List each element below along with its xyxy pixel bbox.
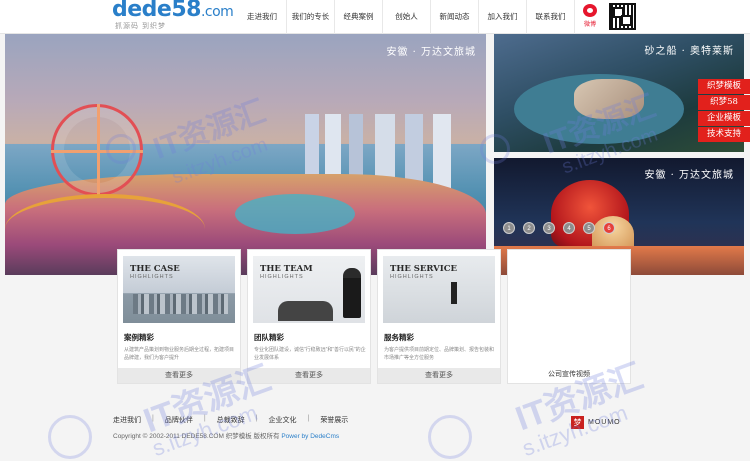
card-service: THE SERVICE HIGHLIGHTS 服务精彩 为客户提供项目前期定位、… xyxy=(377,249,501,384)
side-tag-dedemo[interactable]: 织梦模板 xyxy=(698,79,750,94)
footer-link-partners[interactable]: 品牌伙伴 xyxy=(165,415,193,425)
slider-dot[interactable]: 3 xyxy=(543,222,555,234)
page: dede58.com 抓源码 到织梦 走进我们 我们的专长 经典案例 创始人 新… xyxy=(0,0,750,461)
feature-cards: THE CASE HIGHLIGHTS 案例精彩 从建筑产品策划到物业服务后期全… xyxy=(117,249,637,384)
qr-code-icon xyxy=(609,3,636,30)
site-logo[interactable]: dede58.com 抓源码 到织梦 xyxy=(112,0,234,31)
card-team-image-subtitle: HIGHLIGHTS xyxy=(260,274,304,280)
weibo-label: 微博 xyxy=(583,22,596,28)
card-team-desc: 专业化团队建设，诚信“行稳致远”和“善行以民”的企业发展体系 xyxy=(254,347,366,361)
watermark-url: s.itzyh.com xyxy=(518,399,631,461)
footer-divider: | xyxy=(255,415,258,422)
main-banner-caption: 安徽 · 万达文旅城 xyxy=(386,47,476,58)
card-service-image-title: THE SERVICE xyxy=(390,264,457,274)
slider-pagination: 1 2 3 4 5 6 xyxy=(503,222,623,234)
footer-link-honors[interactable]: 荣誉展示 xyxy=(320,415,348,425)
card-service-image-subtitle: HIGHLIGHTS xyxy=(390,274,434,280)
card-team-image[interactable]: THE TEAM HIGHLIGHTS xyxy=(253,256,365,323)
footer-divider: | xyxy=(152,415,154,422)
slider-dot-active[interactable]: 6 xyxy=(603,222,615,234)
logo-wordmark: dede58.com xyxy=(112,0,234,22)
card-service-desc: 为客户提供项目前期定位、品牌策划、报告包装和市场推广等全方位服务 xyxy=(384,347,495,361)
card-service-more-button[interactable]: 查看更多 xyxy=(378,368,500,383)
footer-link-culture[interactable]: 企业文化 xyxy=(268,415,296,425)
card-case-image-subtitle: HIGHLIGHTS xyxy=(130,274,174,280)
ferris-wheel-graphic xyxy=(51,104,143,196)
moumo-seal-icon: 梦 xyxy=(571,415,584,429)
side-tag-enterprise[interactable]: 企业模板 xyxy=(698,111,750,126)
card-case-image-title: THE CASE xyxy=(130,264,180,274)
main-nav: 走进我们 我们的专长 经典案例 创始人 新闻动态 加入我们 联系我们 微博 xyxy=(238,0,604,34)
card-case: THE CASE HIGHLIGHTS 案例精彩 从建筑产品策划到物业服务后期全… xyxy=(117,249,241,384)
logo-slogan: 抓源码 到织梦 xyxy=(115,23,166,30)
nav-item-cases[interactable]: 经典案例 xyxy=(334,0,382,34)
powered-by-link[interactable]: Power by DedeCms xyxy=(281,433,339,440)
card-case-more-button[interactable]: 查看更多 xyxy=(118,368,240,383)
slider-dot[interactable]: 4 xyxy=(563,222,575,234)
card-team-more-button[interactable]: 查看更多 xyxy=(248,368,370,383)
main-banner[interactable]: 安徽 · 万达文旅城 xyxy=(5,34,486,275)
card-case-desc: 从建筑产品策划到物业服务后期全过程，拓建项目品牌建，我们为客户提升 xyxy=(124,347,235,361)
card-team: THE TEAM HIGHLIGHTS 团队精彩 专业化团队建设，诚信“行稳致远… xyxy=(247,249,371,384)
nav-item-about[interactable]: 走进我们 xyxy=(238,0,286,34)
side-tag-support[interactable]: 技术支持 xyxy=(698,127,750,142)
nav-item-expertise[interactable]: 我们的专长 xyxy=(286,0,334,34)
card-team-image-title: THE TEAM xyxy=(260,264,313,274)
card-video[interactable]: 公司宣传视频 xyxy=(507,249,631,384)
nav-item-news[interactable]: 新闻动态 xyxy=(430,0,478,34)
pool-graphic xyxy=(235,194,355,234)
footer-nav: 走进我们 | 品牌伙伴 | 总裁致辞 | 企业文化 | 荣誉展示 xyxy=(113,415,348,425)
side-tag-dede58[interactable]: 织梦58 xyxy=(698,95,750,110)
right-banner-bottom-caption: 安徽 · 万达文旅城 xyxy=(644,170,734,181)
nav-item-contact[interactable]: 联系我们 xyxy=(526,0,574,34)
card-case-image[interactable]: THE CASE HIGHLIGHTS xyxy=(123,256,235,323)
moumo-logo[interactable]: 梦 MOUMO xyxy=(571,415,621,429)
outlet-graphic xyxy=(574,79,644,119)
footer-link-about[interactable]: 走进我们 xyxy=(113,415,141,425)
card-case-title: 案例精彩 xyxy=(124,333,154,342)
card-service-image[interactable]: THE SERVICE HIGHLIGHTS xyxy=(383,256,495,323)
nav-item-join[interactable]: 加入我们 xyxy=(478,0,526,34)
moumo-wordmark: MOUMO xyxy=(588,418,621,426)
right-banner-top-caption: 砂之船 · 奥特莱斯 xyxy=(644,46,734,57)
copyright-text: Copyright © 2002-2011 DEDE58.COM 织梦模板 版权… xyxy=(113,430,339,440)
copyright-notice: Copyright © 2002-2011 DEDE58.COM 织梦模板 版权… xyxy=(113,433,280,440)
footer-link-ceo-message[interactable]: 总裁致辞 xyxy=(217,415,245,425)
slider-dot[interactable]: 2 xyxy=(523,222,535,234)
nav-item-founder[interactable]: 创始人 xyxy=(382,0,430,34)
slider-dot[interactable]: 5 xyxy=(583,222,595,234)
footer-divider: | xyxy=(307,415,310,422)
footer-divider: | xyxy=(203,415,206,422)
weibo-icon xyxy=(583,4,597,17)
slider-dot[interactable]: 1 xyxy=(503,222,515,234)
side-tag-list: 织梦模板 织梦58 企业模板 技术支持 xyxy=(698,79,750,143)
card-service-title: 服务精彩 xyxy=(384,333,414,342)
weibo-link[interactable]: 微博 xyxy=(574,0,604,34)
watermark-globe-icon xyxy=(428,415,472,459)
watermark-globe-icon xyxy=(48,415,92,459)
video-label[interactable]: 公司宣传视频 xyxy=(508,369,630,379)
site-header: dede58.com 抓源码 到织梦 走进我们 我们的专长 经典案例 创始人 新… xyxy=(0,0,750,34)
card-team-title: 团队精彩 xyxy=(254,333,284,342)
